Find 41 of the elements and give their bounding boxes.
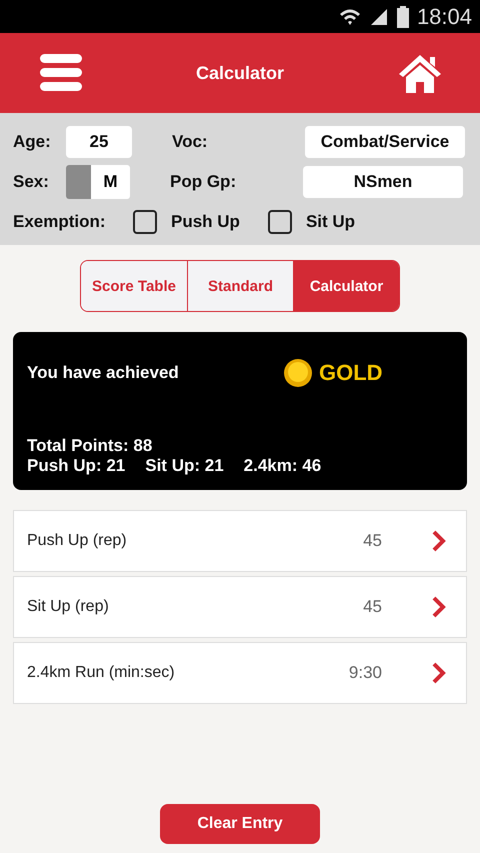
exemption-label: Exemption:	[13, 212, 107, 232]
age-label: Age:	[13, 132, 52, 152]
checkbox-label: Sit Up	[306, 212, 356, 232]
entry-label: Push Up (rep)	[27, 532, 128, 550]
entry-value: 45	[363, 597, 382, 617]
chevron-icon	[432, 596, 446, 618]
pop-group-label: Pop Gp:	[170, 172, 238, 192]
pop-group-field[interactable]: NSmen	[303, 166, 463, 198]
entry-row[interactable]: Push Up (rep) 45	[13, 510, 467, 572]
entry-row[interactable]: 2.4km Run (min:sec) 9:30	[13, 642, 467, 704]
entry-label: 2.4km Run (min:sec)	[27, 664, 176, 682]
age-field[interactable]: 25	[66, 126, 132, 158]
score-breakdown: 2.4km: 46	[244, 456, 322, 476]
battery-icon	[396, 6, 409, 28]
signal-icon	[368, 6, 389, 26]
entry-value: 9:30	[348, 663, 382, 683]
total-points: Total Points: 88	[27, 436, 154, 456]
chevron-icon	[432, 662, 446, 684]
screen-title: Calculator	[196, 62, 284, 84]
coin-icon	[283, 358, 313, 388]
score-breakdown: Sit Up: 21	[145, 456, 224, 476]
entry-value: 45	[363, 531, 382, 551]
checkbox[interactable]	[133, 210, 157, 234]
entry-label: Sit Up (rep)	[27, 598, 110, 616]
voc-field[interactable]: Combat/Service	[305, 126, 465, 158]
sex-toggle[interactable]: M	[66, 165, 130, 199]
checkbox-label: Push Up	[171, 212, 240, 232]
score-breakdown: Push Up: 21	[27, 456, 126, 476]
voc-label: Voc:	[172, 132, 209, 152]
home-icon[interactable]	[398, 53, 442, 93]
award-level: GOLD	[319, 360, 383, 386]
tab[interactable]: Calculator	[293, 261, 399, 311]
status-time: 18:04	[416, 4, 472, 30]
checkbox[interactable]	[268, 210, 292, 234]
menu-icon[interactable]	[40, 54, 82, 92]
clear-entry-button[interactable]: Clear Entry	[160, 804, 320, 844]
chevron-icon	[432, 530, 446, 552]
wifi-icon	[338, 6, 361, 26]
sex-label: Sex:	[13, 172, 50, 192]
entry-row[interactable]: Sit Up (rep) 45	[13, 576, 467, 638]
result-heading: You have achieved	[27, 363, 180, 383]
